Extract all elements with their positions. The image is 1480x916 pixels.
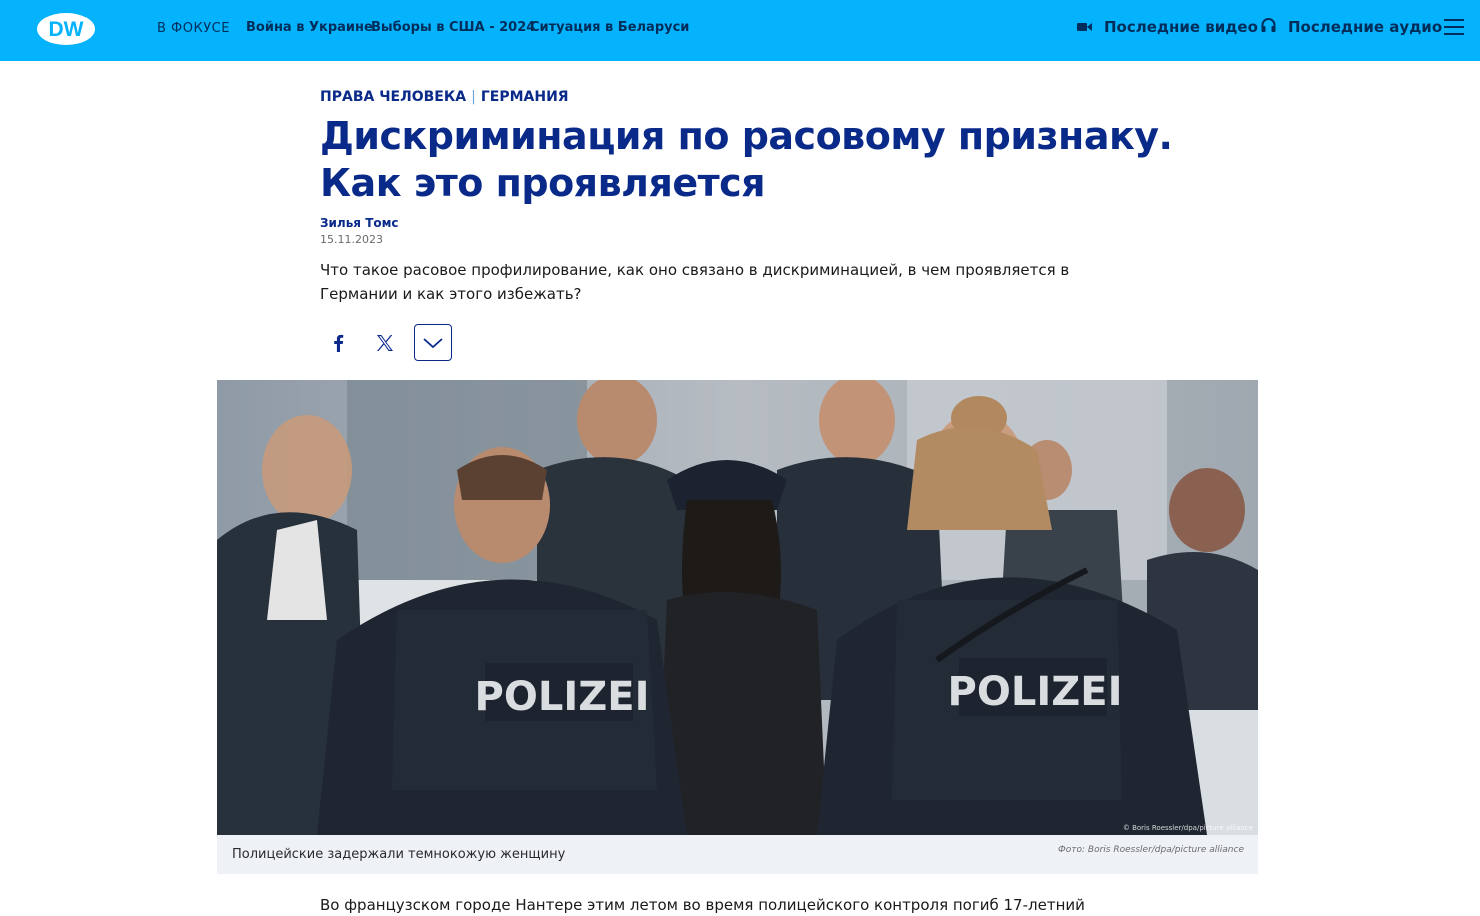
article-author[interactable]: Зилья Томс: [320, 216, 399, 230]
headphones-icon: [1261, 18, 1276, 36]
article-date: 15.11.2023: [320, 233, 383, 246]
latest-audio-link[interactable]: Последние аудио: [1261, 18, 1442, 36]
vest-label-right: POLIZEI: [948, 669, 1123, 715]
share-facebook-button[interactable]: [320, 325, 356, 361]
topic-link-us-elections[interactable]: Выборы в США - 2024: [371, 20, 535, 35]
topic-link-ukraine[interactable]: Война в Украине: [246, 20, 373, 35]
latest-audio-label: Последние аудио: [1288, 18, 1443, 36]
article-title: Дискриминация по расовому признаку. Как …: [320, 114, 1173, 205]
topic-link-belarus[interactable]: Ситуация в Беларуси: [530, 20, 689, 35]
article-lead: Что такое расовое профилирование, как он…: [320, 261, 1070, 303]
article-body-paragraph: Во французском городе Нантере этим летом…: [320, 896, 1085, 914]
share-more-button[interactable]: [414, 324, 452, 361]
article-kicker: ПРАВА ЧЕЛОВЕКА | ГЕРМАНИЯ: [320, 89, 569, 105]
kicker-region-link[interactable]: ГЕРМАНИЯ: [481, 89, 569, 105]
image-watermark: © Boris Roessler/dpa/picture alliance: [1123, 824, 1253, 832]
site-header: DW В ФОКУСЕ Война в Украине Выборы в США…: [0, 0, 1480, 61]
dw-logo-icon: DW: [37, 13, 95, 45]
hamburger-icon[interactable]: [1444, 19, 1464, 37]
vest-label-left: POLIZEI: [475, 674, 650, 720]
dw-logo[interactable]: DW: [36, 12, 96, 46]
facebook-icon: [334, 334, 344, 352]
chevron-down-icon: [423, 337, 443, 348]
image-caption: Полицейские задержали темнокожую женщину: [232, 847, 566, 862]
image-caption-bar: Полицейские задержали темнокожую женщину…: [217, 835, 1258, 874]
article-image: POLIZEI POLIZEI © Boris Roessler/dpa/pic…: [217, 380, 1258, 835]
image-credit: Фото: Boris Roessler/dpa/picture allianc…: [1058, 845, 1244, 855]
latest-video-link[interactable]: Последние видео: [1077, 18, 1258, 36]
video-camera-icon: [1077, 18, 1092, 36]
svg-text:DW: DW: [49, 18, 84, 41]
focus-label: В ФОКУСЕ: [157, 21, 230, 36]
latest-video-label: Последние видео: [1104, 18, 1258, 36]
kicker-separator: |: [471, 89, 476, 105]
police-photo: POLIZEI POLIZEI © Boris Roessler/dpa/pic…: [217, 380, 1258, 835]
share-x-button[interactable]: [367, 325, 403, 361]
x-icon: [377, 335, 393, 351]
kicker-category-link[interactable]: ПРАВА ЧЕЛОВЕКА: [320, 89, 466, 105]
